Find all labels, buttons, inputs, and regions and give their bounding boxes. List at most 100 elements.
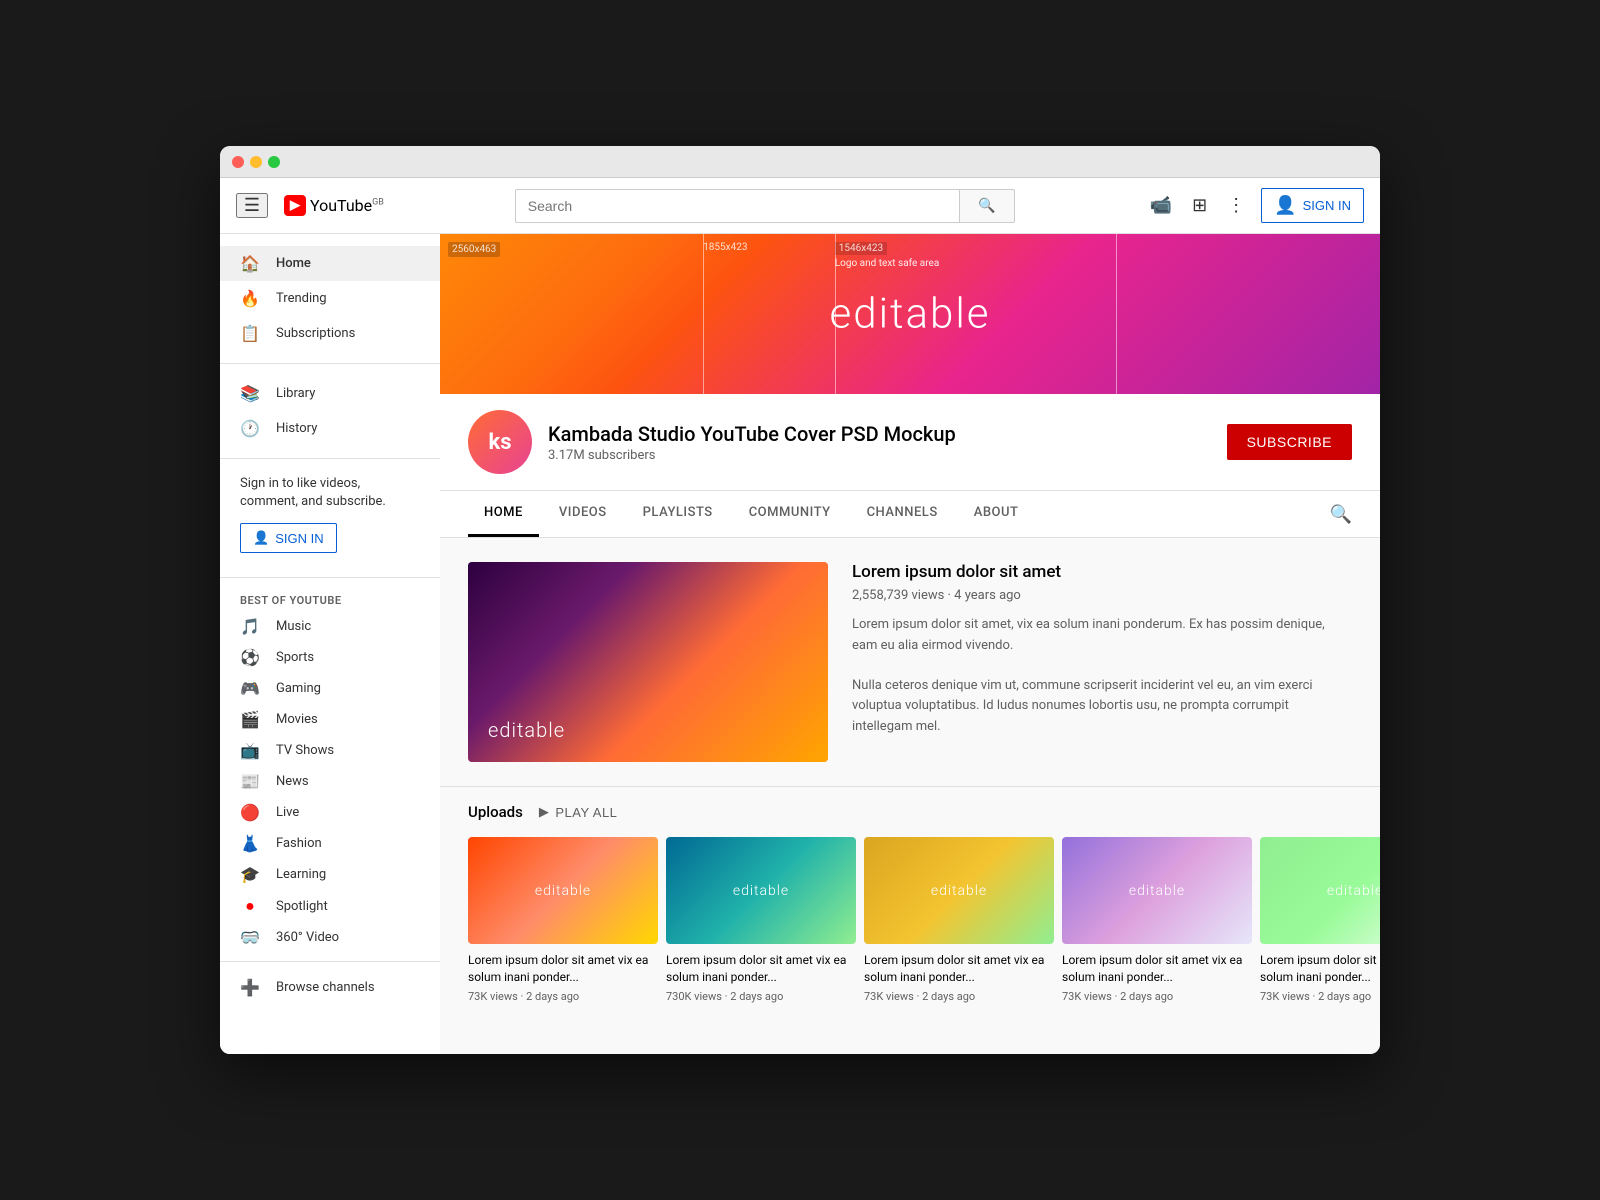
video-card-3[interactable]: editable Lorem ipsum dolor sit amet vix … (864, 837, 1054, 1003)
thumb-editable-1: editable (535, 883, 591, 899)
apps-button[interactable]: ⊞ (1188, 191, 1211, 220)
sidebar-item-live[interactable]: 🔴 Live (220, 797, 440, 828)
featured-thumbnail[interactable]: editable (468, 562, 828, 762)
channel-tabs: HOME VIDEOS PLAYLISTS COMMUNITY CHANNELS… (440, 491, 1380, 538)
video-card-4[interactable]: editable Lorem ipsum dolor sit amet vix … (1062, 837, 1252, 1003)
channel-info: ks Kambada Studio YouTube Cover PSD Mock… (440, 394, 1380, 491)
play-all-button[interactable]: ▶ PLAY ALL (539, 804, 618, 820)
sidebar-sign-in-section: Sign in to like videos, comment, and sub… (220, 467, 440, 569)
video-thumb-2: editable (666, 837, 856, 944)
music-icon: 🎵 (240, 617, 260, 636)
banner-guide-2: 1855x423 (703, 242, 747, 253)
tab-community[interactable]: COMMUNITY (733, 491, 847, 537)
best-of-youtube-title: BEST OF YOUTUBE (220, 586, 440, 611)
yt-main-content: 2560x463 1855x423 1546x423 Logo and text… (440, 234, 1380, 1054)
tab-channels[interactable]: CHANNELS (851, 491, 954, 537)
video-title-3: Lorem ipsum dolor sit amet vix ea solum … (864, 952, 1054, 986)
thumb-editable-4: editable (1129, 883, 1185, 899)
video-card-1[interactable]: editable Lorem ipsum dolor sit amet vix … (468, 837, 658, 1003)
mac-min-btn[interactable] (250, 156, 262, 168)
banner-safe-label: Logo and text safe area (835, 258, 939, 269)
mac-window: ☰ ▶ YouTubeGB 🔍 📹 ⊞ ⋮ 👤 SIGN IN (220, 146, 1380, 1054)
video-thumb-4: editable (1062, 837, 1252, 944)
tab-videos[interactable]: VIDEOS (543, 491, 623, 537)
sidebar-item-library[interactable]: 📚 Library (220, 376, 440, 411)
yt-header: ☰ ▶ YouTubeGB 🔍 📹 ⊞ ⋮ 👤 SIGN IN (220, 178, 1380, 234)
sidebar-item-360video[interactable]: 🥽 360° Video (220, 922, 440, 953)
banner-editable-text: editable (830, 290, 991, 339)
sidebar-item-spotlight[interactable]: ● Spotlight (220, 890, 440, 922)
subscribe-button[interactable]: SUBSCRIBE (1227, 424, 1352, 460)
upload-button[interactable]: 📹 (1146, 191, 1176, 220)
yt-logo[interactable]: ▶ YouTubeGB (284, 195, 384, 216)
menu-button[interactable]: ☰ (236, 193, 268, 218)
subscriptions-icon: 📋 (240, 324, 260, 343)
sidebar-item-movies[interactable]: 🎬 Movies (220, 704, 440, 735)
featured-desc-2: Nulla ceteros denique vim ut, commune sc… (852, 676, 1352, 738)
banner-guide-1: 2560x463 (448, 242, 500, 257)
account-icon-sidebar: 👤 (253, 530, 269, 546)
uploads-header: Uploads ▶ PLAY ALL (468, 803, 1352, 821)
sidebar-item-subscriptions[interactable]: 📋 Subscriptions (220, 316, 440, 351)
video-card-5[interactable]: editable Lorem ipsum dolor sit amet vix … (1260, 837, 1380, 1003)
news-icon: 📰 (240, 772, 260, 791)
search-button[interactable]: 🔍 (959, 189, 1015, 223)
channel-name: Kambada Studio YouTube Cover PSD Mockup (548, 422, 1211, 446)
featured-content: editable Lorem ipsum dolor sit amet 2,55… (468, 562, 1352, 762)
featured-thumb-text: editable (488, 718, 565, 742)
search-container: 🔍 (515, 189, 1015, 223)
banner-guide-line-2 (703, 234, 704, 394)
video-meta-1: 73K views · 2 days ago (468, 990, 658, 1003)
sidebar-item-history[interactable]: 🕐 History (220, 411, 440, 446)
history-icon: 🕐 (240, 419, 260, 438)
sidebar-item-trending[interactable]: 🔥 Trending (220, 281, 440, 316)
video-title-5: Lorem ipsum dolor sit amet vix ea solum … (1260, 952, 1380, 986)
mac-close-btn[interactable] (232, 156, 244, 168)
video-meta-5: 73K views · 2 days ago (1260, 990, 1380, 1003)
featured-desc-1: Lorem ipsum dolor sit amet, vix ea solum… (852, 615, 1352, 657)
search-input[interactable] (515, 189, 959, 223)
sidebar-item-home[interactable]: 🏠 Home (220, 246, 440, 281)
sidebar-item-sports[interactable]: ⚽ Sports (220, 642, 440, 673)
play-icon: ▶ (539, 804, 550, 820)
channel-avatar: ks (468, 410, 532, 474)
home-icon: 🏠 (240, 254, 260, 273)
thumb-editable-3: editable (931, 883, 987, 899)
sidebar-divider-4 (220, 961, 440, 962)
sidebar-divider-3 (220, 577, 440, 578)
sidebar-item-gaming[interactable]: 🎮 Gaming (220, 673, 440, 704)
more-button[interactable]: ⋮ (1223, 191, 1249, 220)
thumb-inner-4: editable (1062, 837, 1252, 944)
sidebar-item-music[interactable]: 🎵 Music (220, 611, 440, 642)
tab-search-icon[interactable]: 🔍 (1330, 504, 1352, 525)
tab-playlists[interactable]: PLAYLISTS (627, 491, 729, 537)
tab-about[interactable]: ABOUT (958, 491, 1035, 537)
sidebar-item-browse-channels[interactable]: ➕ Browse channels (220, 970, 440, 1005)
channel-details: Kambada Studio YouTube Cover PSD Mockup … (548, 422, 1211, 463)
mac-max-btn[interactable] (268, 156, 280, 168)
learning-icon: 🎓 (240, 865, 260, 884)
sidebar-item-tvshows[interactable]: 📺 TV Shows (220, 735, 440, 766)
sidebar-item-fashion[interactable]: 👗 Fashion (220, 828, 440, 859)
video-thumb-5: editable (1260, 837, 1380, 944)
video-thumb-3: editable (864, 837, 1054, 944)
channel-banner: 2560x463 1855x423 1546x423 Logo and text… (440, 234, 1380, 394)
tab-home[interactable]: HOME (468, 491, 539, 537)
banner-guide-line-4 (1116, 234, 1117, 394)
uploads-section: Uploads ▶ PLAY ALL editable Lorem ipsum … (440, 786, 1380, 1027)
thumb-inner-1: editable (468, 837, 658, 944)
sidebar-item-news[interactable]: 📰 News (220, 766, 440, 797)
video-title-4: Lorem ipsum dolor sit amet vix ea solum … (1062, 952, 1252, 986)
channel-subscribers: 3.17M subscribers (548, 448, 1211, 463)
sidebar-library-section: 📚 Library 🕐 History (220, 372, 440, 450)
thumb-inner-2: editable (666, 837, 856, 944)
browse-channels-icon: ➕ (240, 978, 260, 997)
sidebar-item-learning[interactable]: 🎓 Learning (220, 859, 440, 890)
uploads-grid: editable Lorem ipsum dolor sit amet vix … (468, 837, 1352, 1003)
header-sign-in-button[interactable]: 👤 SIGN IN (1261, 188, 1364, 223)
sidebar-sign-in-button[interactable]: 👤 SIGN IN (240, 523, 337, 553)
featured-meta: 2,558,739 views · 4 years ago (852, 588, 1352, 603)
video-card-2[interactable]: editable Lorem ipsum dolor sit amet vix … (666, 837, 856, 1003)
video-meta-3: 73K views · 2 days ago (864, 990, 1054, 1003)
sports-icon: ⚽ (240, 648, 260, 667)
